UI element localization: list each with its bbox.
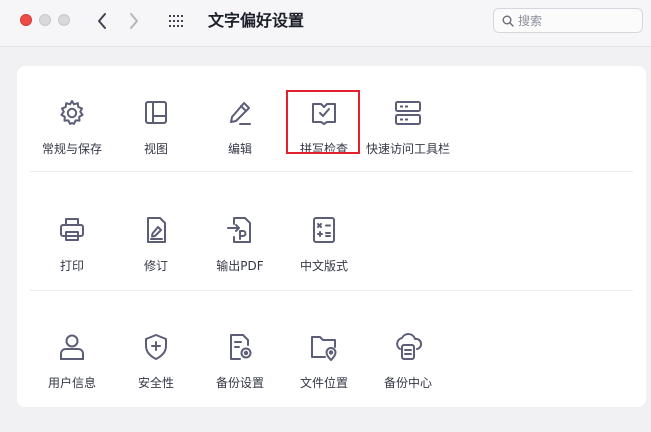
all-settings-button[interactable]	[166, 11, 186, 31]
minimize-window-button[interactable]	[39, 14, 51, 26]
settings-item-label: 修订	[143, 259, 168, 273]
settings-item-label: 文件位置	[299, 376, 348, 390]
settings-panel: 常规与保存 视图 编辑 拼写检查 快速访问工具栏 打印 修订 输出PDF 中文版…	[17, 66, 646, 407]
chevron-right-icon	[130, 13, 138, 29]
settings-item-label: 视图	[143, 142, 168, 156]
settings-item-label: 中文版式	[299, 259, 348, 273]
backup-center-icon	[396, 333, 423, 360]
selection-highlight	[286, 90, 360, 154]
maximize-window-button[interactable]	[58, 14, 70, 26]
settings-item-general-save[interactable]: 常规与保存	[30, 98, 114, 198]
chinese-layout-icon	[313, 217, 335, 243]
row-divider	[30, 290, 633, 291]
back-button[interactable]	[92, 10, 112, 32]
settings-item-quick-access-toolbar[interactable]: 快速访问工具栏	[366, 98, 450, 198]
settings-item-chinese-layout[interactable]: 中文版式	[282, 215, 366, 315]
settings-item-backup-settings[interactable]: 备份设置	[198, 332, 282, 432]
toolbar-icon	[395, 101, 421, 125]
settings-item-label: 备份设置	[215, 376, 264, 390]
settings-item-view[interactable]: 视图	[114, 98, 198, 198]
settings-item-label: 安全性	[137, 376, 174, 390]
layout-icon	[145, 101, 167, 124]
settings-item-revise[interactable]: 修订	[114, 215, 198, 315]
export-pdf-icon	[227, 217, 251, 243]
settings-item-edit[interactable]: 编辑	[198, 98, 282, 198]
close-window-button[interactable]	[20, 14, 32, 26]
settings-item-file-location[interactable]: 文件位置	[282, 332, 366, 432]
forward-button[interactable]	[124, 10, 144, 32]
folder-location-icon	[311, 336, 337, 361]
pencil-icon	[230, 102, 251, 125]
window-title: 文字偏好设置	[208, 11, 305, 30]
gear-icon	[60, 100, 84, 125]
settings-item-security[interactable]: 安全性	[114, 332, 198, 432]
revise-document-icon	[147, 217, 166, 243]
grid-icon	[169, 15, 183, 27]
backup-settings-icon	[230, 334, 252, 360]
shield-icon	[145, 334, 167, 360]
settings-item-label: 快速访问工具栏	[366, 142, 451, 156]
printer-icon	[60, 218, 84, 241]
settings-item-label: 打印	[59, 259, 84, 273]
settings-item-label: 输出PDF	[216, 259, 264, 273]
settings-item-label: 用户信息	[47, 376, 96, 390]
settings-item-export-pdf[interactable]: 输出PDF	[198, 215, 282, 315]
row-divider	[30, 171, 633, 172]
search-icon	[502, 15, 514, 27]
settings-item-label: 备份中心	[383, 376, 432, 390]
user-icon	[60, 334, 84, 360]
title-bar: 文字偏好设置	[0, 0, 651, 47]
settings-item-print[interactable]: 打印	[30, 215, 114, 315]
settings-item-label: 编辑	[227, 142, 252, 156]
search-input[interactable]	[518, 13, 628, 28]
search-box[interactable]	[493, 8, 643, 33]
chevron-left-icon	[98, 13, 106, 29]
settings-item-backup-center[interactable]: 备份中心	[366, 332, 450, 432]
settings-item-user-info[interactable]: 用户信息	[30, 332, 114, 432]
settings-item-label: 常规与保存	[41, 142, 102, 156]
